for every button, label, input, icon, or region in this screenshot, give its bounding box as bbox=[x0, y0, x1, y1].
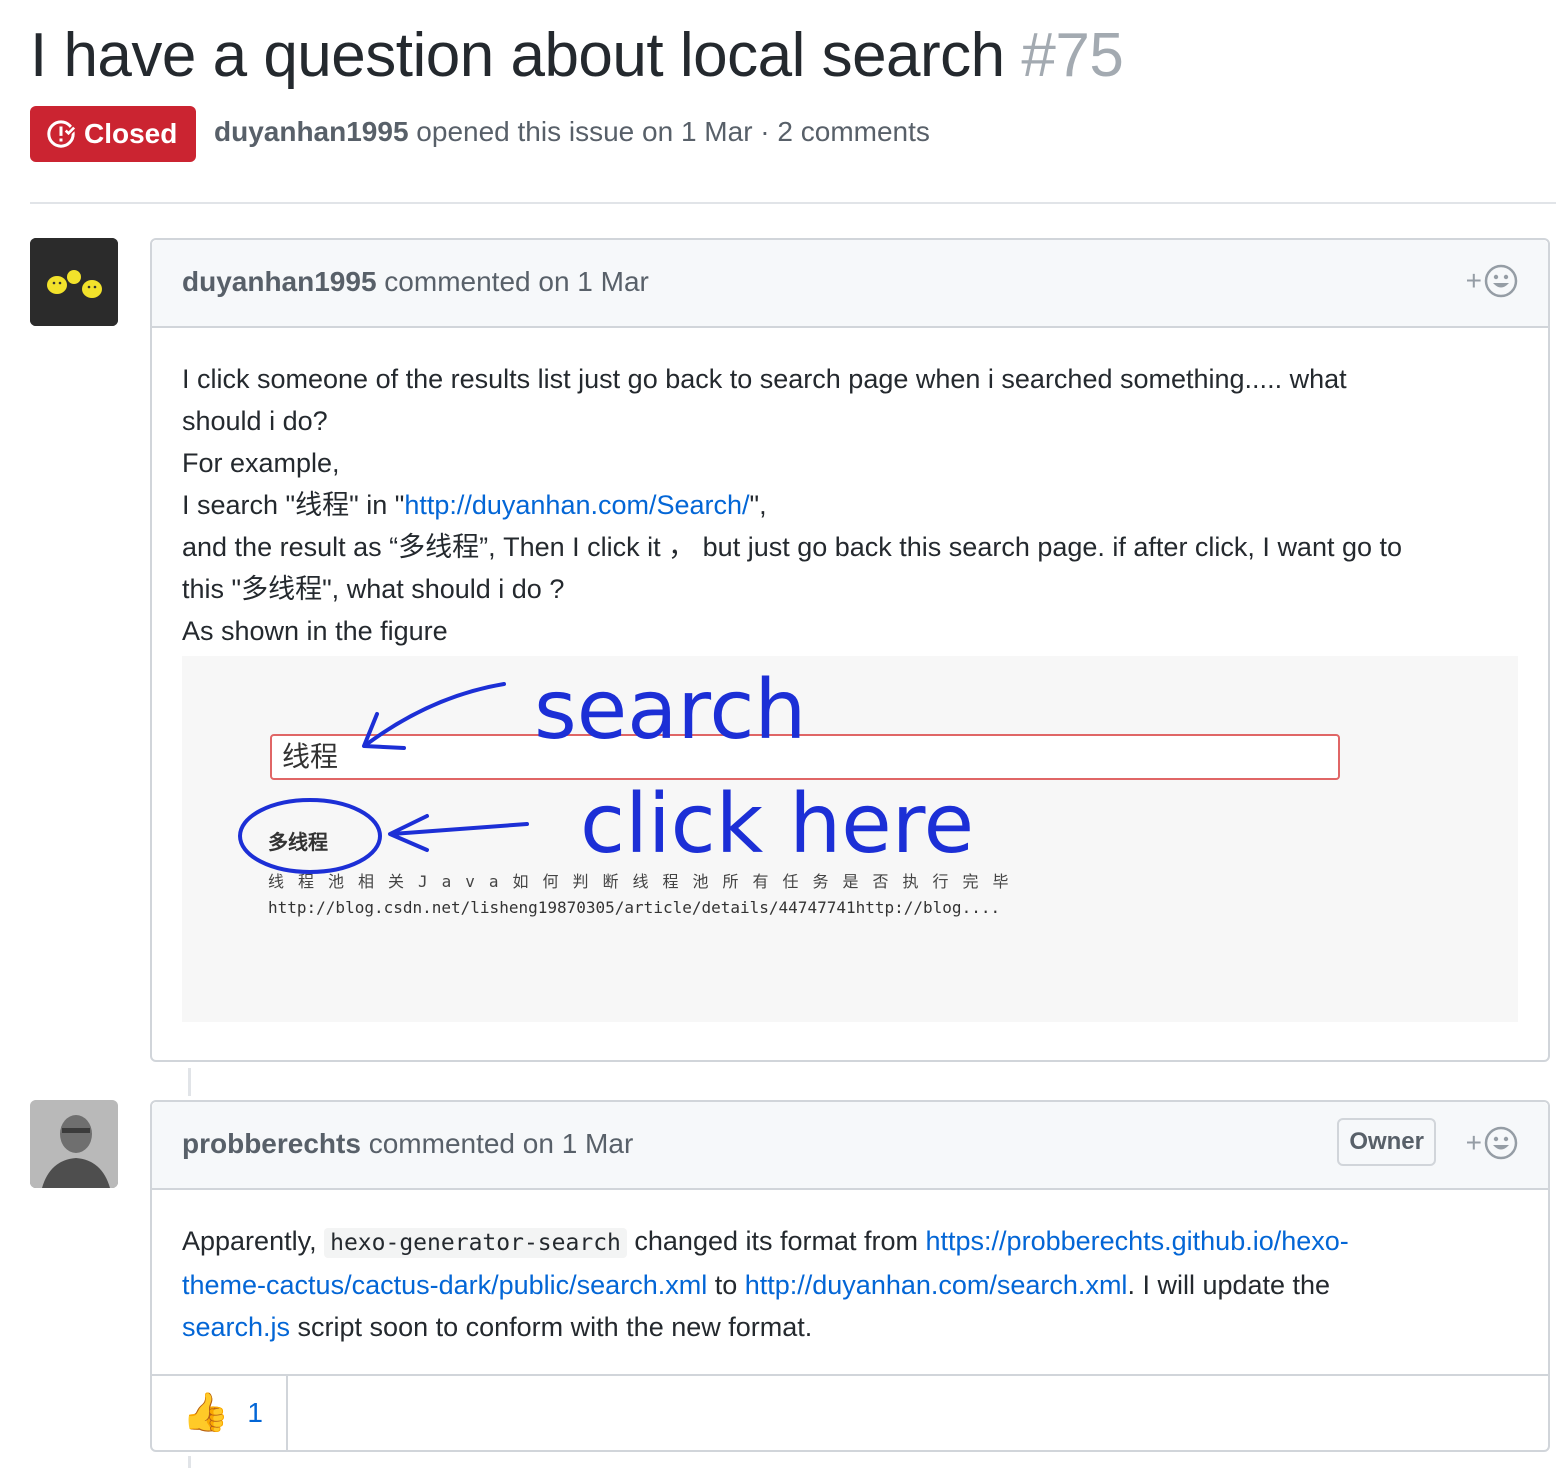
plus-icon: + bbox=[1465, 265, 1482, 296]
body-text: Apparently, bbox=[182, 1226, 325, 1256]
old-format-link-cont[interactable]: theme-cactus/cactus-dark/public/search.x… bbox=[182, 1270, 707, 1300]
comment-author-line: duyanhan1995 commented on 1 Mar bbox=[182, 266, 649, 298]
screenshot-figure[interactable]: 线程 多线程 线程池相关Java如何判断线程池所有任务是否执行完毕 http:/… bbox=[182, 656, 1518, 1022]
body-line: and the result as “多线程”, Then I click it… bbox=[182, 532, 1403, 562]
body-line: this "多线程", what should i do ? bbox=[182, 574, 565, 604]
result-circle bbox=[238, 798, 382, 874]
issue-author-link[interactable]: duyanhan1995 bbox=[214, 116, 409, 147]
owner-badge: Owner bbox=[1337, 1118, 1436, 1166]
issue-title-text: I have a question about local search bbox=[30, 21, 1005, 90]
body-line: I search "线程" in "http://duyanhan.com/Se… bbox=[182, 484, 1522, 526]
body-line: For example, bbox=[182, 448, 340, 478]
arrow-to-input bbox=[365, 682, 506, 746]
reaction-count: 1 bbox=[247, 1397, 263, 1428]
issue-state-label: Closed bbox=[84, 118, 178, 149]
smiley-icon bbox=[1484, 264, 1518, 298]
body-text: changed its format from bbox=[626, 1226, 926, 1256]
comment-body: Apparently, hexo-generator-search change… bbox=[182, 1220, 1522, 1348]
reactions-bar: 👍 1 bbox=[152, 1374, 1548, 1450]
body-line: Apparently, hexo-generator-search change… bbox=[182, 1220, 1522, 1264]
figure-handwriting: search click here bbox=[238, 663, 974, 874]
issue-closed-icon bbox=[47, 120, 76, 148]
comment-author-line: probberechts commented on 1 Mar bbox=[182, 1128, 633, 1160]
body-text: . I will update the bbox=[1127, 1270, 1331, 1300]
comment-timestamp[interactable]: commented on 1 Mar bbox=[361, 1128, 634, 1159]
comment-timestamp[interactable]: commented on 1 Mar bbox=[377, 266, 649, 297]
add-reaction-button[interactable]: + bbox=[1466, 1126, 1518, 1160]
thumbs-up-reaction-button[interactable]: 👍 1 bbox=[152, 1376, 288, 1450]
avatar[interactable] bbox=[30, 1100, 118, 1188]
body-text: to bbox=[707, 1270, 745, 1300]
timeline-connector bbox=[188, 1068, 191, 1096]
body-line: search.js script soon to conform with th… bbox=[182, 1306, 1522, 1348]
search-page-link[interactable]: http://duyanhan.com/Search/ bbox=[404, 490, 749, 520]
issue-state-badge: Closed bbox=[30, 106, 196, 162]
person-photo-avatar-icon bbox=[30, 1100, 118, 1188]
issue-number: #75 bbox=[1021, 21, 1124, 90]
comment-header: probberechts commented on 1 Mar Owner + bbox=[152, 1102, 1548, 1190]
comment-author-link[interactable]: probberechts bbox=[182, 1128, 361, 1159]
comment-card: probberechts commented on 1 Mar Owner + … bbox=[150, 1100, 1550, 1452]
body-text: ", bbox=[749, 490, 767, 520]
annotation-click-here: click here bbox=[580, 777, 974, 872]
body-line: I click someone of the results list just… bbox=[182, 364, 1347, 394]
smiley-icon bbox=[1484, 1126, 1518, 1160]
search-js-link[interactable]: search.js bbox=[182, 1312, 290, 1342]
body-text: script soon to conform with the new form… bbox=[290, 1312, 813, 1342]
issue-meta-text: opened this issue on 1 Mar · 2 comments bbox=[408, 116, 930, 147]
issue-title: I have a question about local search #75 bbox=[30, 20, 1124, 91]
add-reaction-button[interactable]: + bbox=[1466, 264, 1518, 298]
annotation-search: search bbox=[534, 663, 806, 758]
old-format-link[interactable]: https://probberechts.github.io/hexo- bbox=[926, 1226, 1349, 1256]
comment-header: duyanhan1995 commented on 1 Mar + bbox=[152, 240, 1548, 328]
body-line: As shown in the figure bbox=[182, 616, 448, 646]
body-text: I search "线程" in " bbox=[182, 490, 405, 520]
inline-code: hexo-generator-search bbox=[324, 1228, 627, 1258]
comment-body: I click someone of the results list just… bbox=[182, 358, 1522, 652]
body-line: theme-cactus/cactus-dark/public/search.x… bbox=[182, 1264, 1522, 1306]
plus-icon: + bbox=[1465, 1127, 1482, 1158]
header-divider bbox=[30, 202, 1556, 204]
comment-author-link[interactable]: duyanhan1995 bbox=[182, 266, 377, 297]
body-line: should i do? bbox=[182, 406, 328, 436]
issue-meta: duyanhan1995 opened this issue on 1 Mar … bbox=[214, 116, 930, 148]
comment-card: duyanhan1995 commented on 1 Mar + I clic… bbox=[150, 238, 1550, 1062]
arrow-to-result bbox=[390, 822, 529, 836]
new-format-link[interactable]: http://duyanhan.com/search.xml bbox=[745, 1270, 1128, 1300]
avatar[interactable] bbox=[30, 238, 118, 326]
timeline-connector bbox=[188, 1456, 191, 1468]
yellow-ducks-avatar-icon bbox=[30, 238, 118, 326]
thumbs-up-icon: 👍 bbox=[182, 1392, 230, 1434]
